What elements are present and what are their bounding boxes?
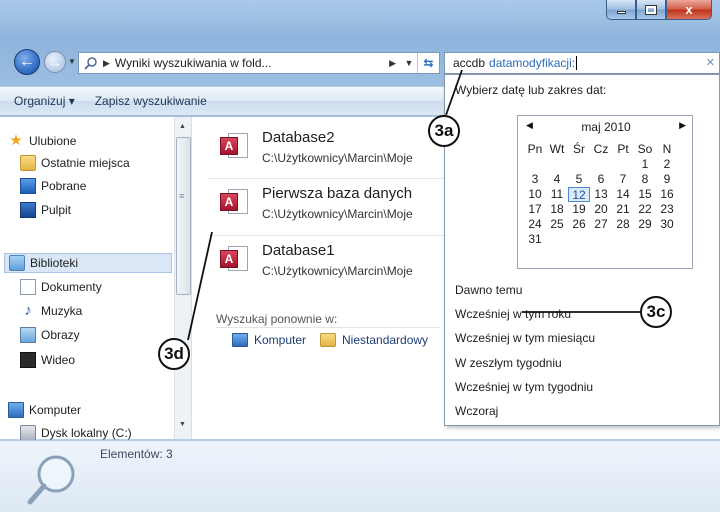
explorer-window: x ← → ▼ ▶ Wyniki wyszukiwania w fold... … [0, 0, 720, 512]
callout-3a: 3a [428, 115, 460, 147]
callout-lines [187, 69, 640, 341]
callout-3d: 3d [158, 338, 190, 370]
callout-3c: 3c [640, 296, 672, 328]
